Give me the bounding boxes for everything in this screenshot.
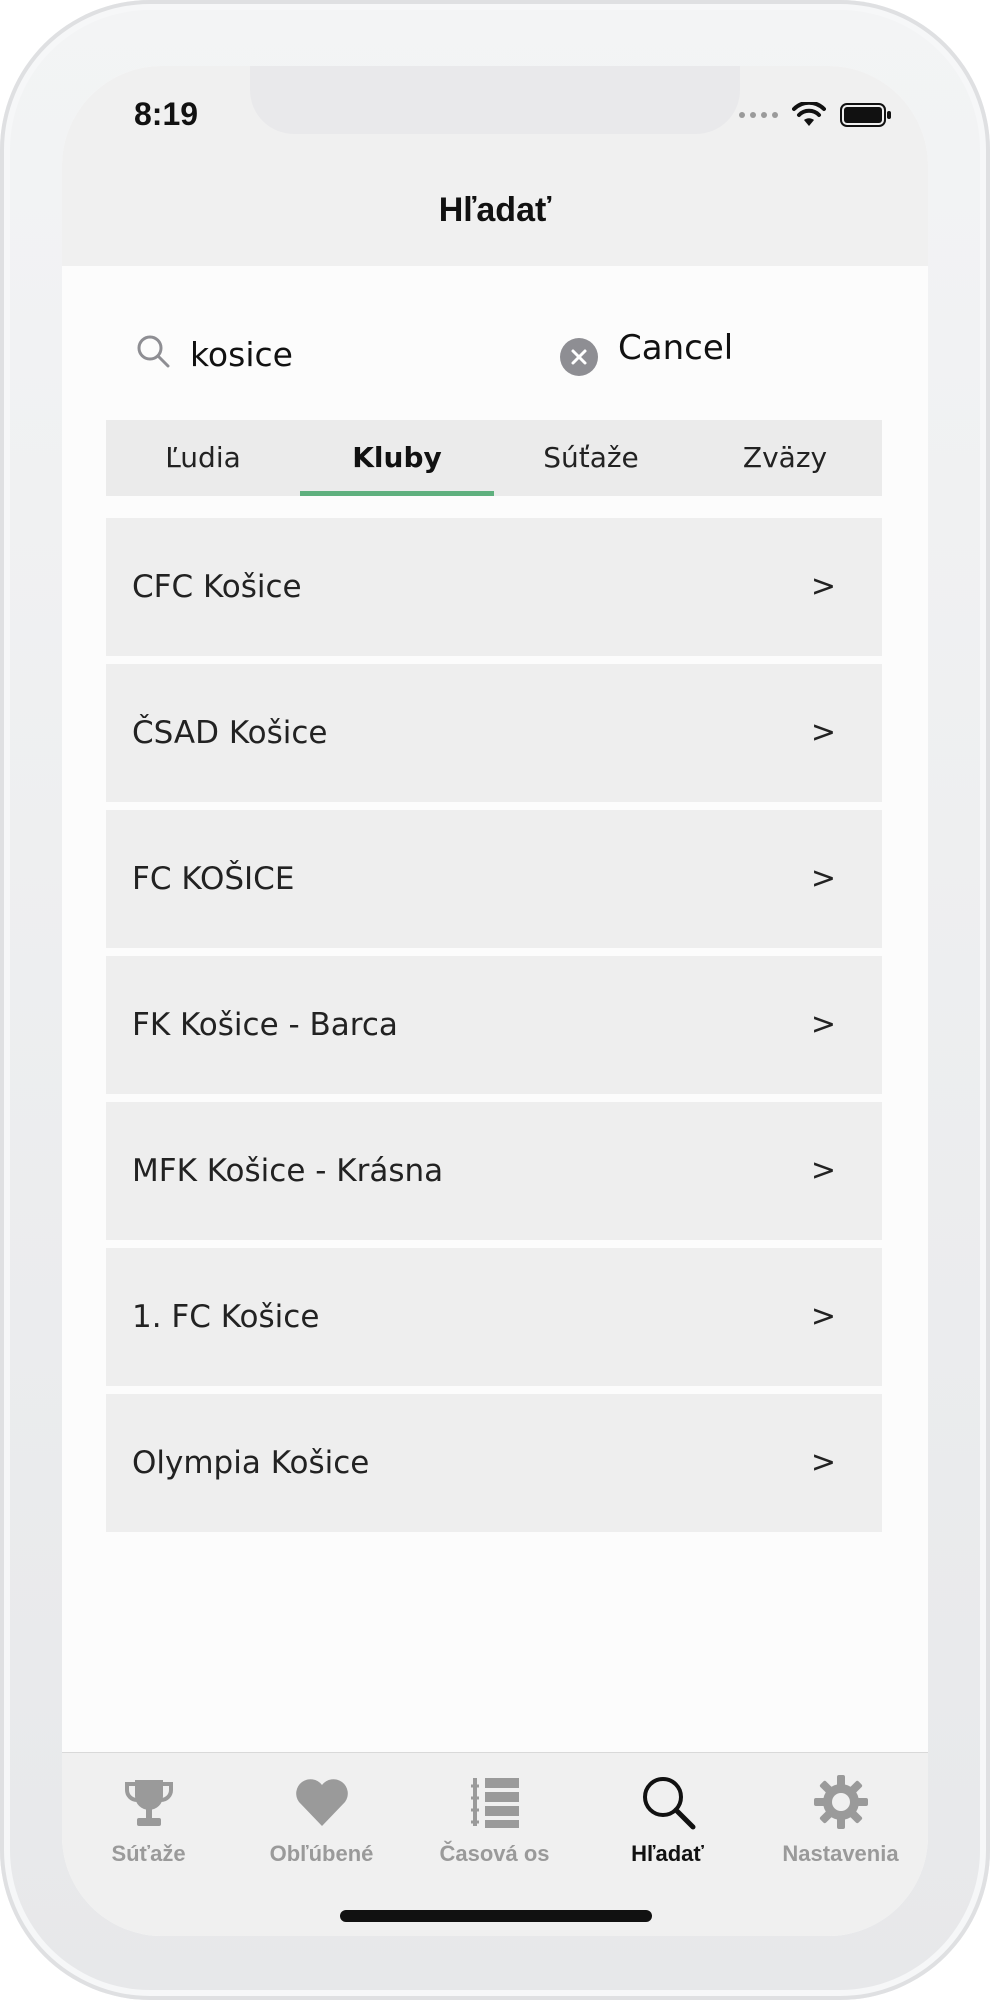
search-icon: [136, 334, 170, 373]
tabbar-item-oblubene[interactable]: Obľúbené: [235, 1771, 408, 1867]
list-item-label: 1. FC Košice: [132, 1299, 320, 1335]
tab-ludia[interactable]: Ľudia: [106, 420, 300, 496]
tabbar-item-sutaze[interactable]: Súťaže: [62, 1771, 235, 1867]
screen: 8:19 Hľadať kosice Cancel Ľudia Kluby Sú…: [62, 66, 928, 1936]
cancel-button[interactable]: Cancel: [618, 328, 733, 368]
tabbar-label: Súťaže: [111, 1841, 186, 1866]
tabbar-label: Obľúbené: [269, 1841, 374, 1866]
trophy-icon: [62, 1771, 235, 1833]
chevron-right-icon: >: [810, 1153, 836, 1188]
list-item[interactable]: ČSAD Košice >: [106, 664, 882, 802]
chevron-right-icon: >: [810, 715, 836, 750]
list-item[interactable]: MFK Košice - Krásna >: [106, 1102, 882, 1240]
clear-search-icon[interactable]: [560, 338, 598, 376]
tabbar-label: Hľadať: [631, 1841, 704, 1866]
list-item-label: Olympia Košice: [132, 1445, 370, 1481]
results-list: CFC Košice > ČSAD Košice > FC KOŠICE > F…: [106, 518, 882, 1540]
list-item[interactable]: CFC Košice >: [106, 518, 882, 656]
list-item[interactable]: FC KOŠICE >: [106, 810, 882, 948]
tab-bar: Súťaže Obľúbené Časová os Hľadať Nastave…: [62, 1752, 928, 1936]
tabbar-item-nastavenia[interactable]: Nastavenia: [754, 1771, 927, 1867]
search-icon: [581, 1771, 754, 1833]
list-item-label: ČSAD Košice: [132, 715, 328, 751]
chevron-right-icon: >: [810, 861, 836, 896]
chevron-right-icon: >: [810, 569, 836, 604]
list-item-label: FK Košice - Barca: [132, 1007, 398, 1043]
list-item-label: CFC Košice: [132, 569, 302, 605]
chevron-right-icon: >: [810, 1007, 836, 1042]
tabbar-label: Nastavenia: [782, 1841, 899, 1866]
wifi-icon: [792, 102, 826, 128]
tab-zvazy[interactable]: Zväzy: [688, 420, 882, 496]
home-indicator: [340, 1910, 652, 1922]
chevron-right-icon: >: [810, 1299, 836, 1334]
tabbar-item-casova-os[interactable]: Časová os: [408, 1771, 581, 1867]
list-item[interactable]: FK Košice - Barca >: [106, 956, 882, 1094]
device-frame: 8:19 Hľadať kosice Cancel Ľudia Kluby Sú…: [0, 0, 990, 2000]
category-tabs: Ľudia Kluby Súťaže Zväzy: [106, 420, 882, 496]
list-item-label: MFK Košice - Krásna: [132, 1153, 444, 1189]
top-bar: 8:19 Hľadať: [62, 66, 928, 266]
tabbar-label: Časová os: [439, 1841, 550, 1866]
list-item[interactable]: Olympia Košice >: [106, 1394, 882, 1532]
notch: [250, 66, 740, 134]
gear-icon: [754, 1771, 927, 1833]
tab-kluby[interactable]: Kluby: [300, 420, 494, 496]
heart-icon: [235, 1771, 408, 1833]
search-input[interactable]: [190, 328, 570, 380]
chevron-right-icon: >: [810, 1445, 836, 1480]
page-title: Hľadať: [438, 191, 552, 229]
list-item-label: FC KOŠICE: [132, 861, 295, 897]
tab-sutaze[interactable]: Súťaže: [494, 420, 688, 496]
search-bar: Cancel: [136, 320, 896, 390]
signal-icon: [739, 112, 778, 118]
list-item[interactable]: 1. FC Košice >: [106, 1248, 882, 1386]
tabbar-item-hladat[interactable]: Hľadať: [581, 1771, 754, 1867]
status-indicators: [739, 102, 892, 128]
timeline-icon: [408, 1771, 581, 1833]
status-time: 8:19: [134, 96, 199, 132]
battery-icon: [840, 103, 892, 127]
